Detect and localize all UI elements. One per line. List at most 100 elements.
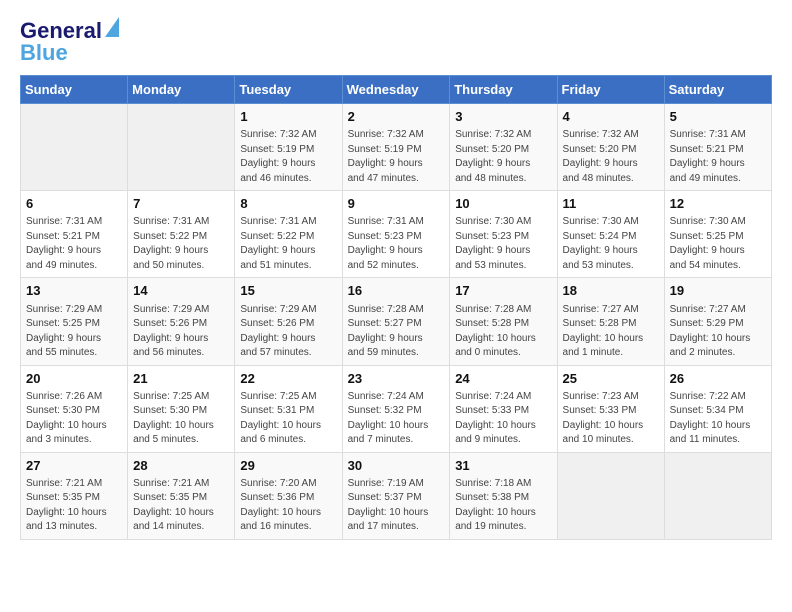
day-detail: Sunrise: 7:32 AM Sunset: 5:20 PM Dayligh… xyxy=(455,128,551,186)
day-detail: Sunrise: 7:32 AM Sunset: 5:19 PM Dayligh… xyxy=(240,128,336,186)
day-detail: Sunrise: 7:32 AM Sunset: 5:19 PM Dayligh… xyxy=(348,128,445,186)
day-detail: Sunrise: 7:19 AM Sunset: 5:37 PM Dayligh… xyxy=(348,477,445,535)
weekday-header-wednesday: Wednesday xyxy=(342,76,450,104)
day-number: 22 xyxy=(240,370,336,388)
calendar-cell: 13 Sunrise: 7:29 AM Sunset: 5:25 PM Dayli… xyxy=(21,278,128,365)
day-number: 13 xyxy=(26,282,122,300)
calendar-cell: 15Sunrise: 7:29 AM Sunset: 5:26 PM Dayli… xyxy=(235,278,342,365)
day-number: 31 xyxy=(455,457,551,475)
calendar-header: SundayMondayTuesdayWednesdayThursdayFrid… xyxy=(21,76,772,104)
day-number: 29 xyxy=(240,457,336,475)
calendar-cell: 14 Sunrise: 7:29 AM Sunset: 5:26 PM Dayli… xyxy=(128,278,235,365)
day-detail: Sunrise: 7:21 AM Sunset: 5:35 PM Dayligh… xyxy=(133,477,229,535)
calendar-cell: 9 Sunrise: 7:31 AM Sunset: 5:23 PM Daylig… xyxy=(342,191,450,278)
day-number: 19 xyxy=(670,282,766,300)
day-detail: Sunrise: 7:28 AM Sunset: 5:28 PM Dayligh… xyxy=(455,303,551,361)
logo-triangle-icon xyxy=(105,17,119,37)
week-row-1: 1Sunrise: 7:32 AM Sunset: 5:19 PM Daylig… xyxy=(21,104,772,191)
day-detail: Sunrise: 7:20 AM Sunset: 5:36 PM Dayligh… xyxy=(240,477,336,535)
calendar-cell: 17Sunrise: 7:28 AM Sunset: 5:28 PM Dayli… xyxy=(450,278,557,365)
calendar-cell: 2 Sunrise: 7:32 AM Sunset: 5:19 PM Daylig… xyxy=(342,104,450,191)
calendar-cell xyxy=(664,452,771,539)
day-detail: Sunrise: 7:27 AM Sunset: 5:28 PM Dayligh… xyxy=(563,303,659,361)
logo-text-general: General xyxy=(20,20,102,42)
day-number: 9 xyxy=(348,195,445,213)
day-detail: Sunrise: 7:31 AM Sunset: 5:22 PM Dayligh… xyxy=(240,215,336,273)
calendar-cell: 18 Sunrise: 7:27 AM Sunset: 5:28 PM Dayli… xyxy=(557,278,664,365)
day-detail: Sunrise: 7:31 AM Sunset: 5:22 PM Dayligh… xyxy=(133,215,229,273)
logo-text-blue: Blue xyxy=(20,40,68,65)
day-number: 26 xyxy=(670,370,766,388)
day-number: 30 xyxy=(348,457,445,475)
day-detail: Sunrise: 7:32 AM Sunset: 5:20 PM Dayligh… xyxy=(563,128,659,186)
day-number: 14 xyxy=(133,282,229,300)
calendar-cell: 23 Sunrise: 7:24 AM Sunset: 5:32 PM Dayli… xyxy=(342,365,450,452)
calendar-cell: 31 Sunrise: 7:18 AM Sunset: 5:38 PM Dayli… xyxy=(450,452,557,539)
calendar-cell: 4 Sunrise: 7:32 AM Sunset: 5:20 PM Daylig… xyxy=(557,104,664,191)
day-detail: Sunrise: 7:24 AM Sunset: 5:33 PM Dayligh… xyxy=(455,390,551,448)
day-detail: Sunrise: 7:26 AM Sunset: 5:30 PM Dayligh… xyxy=(26,390,122,448)
day-number: 18 xyxy=(563,282,659,300)
weekday-header-sunday: Sunday xyxy=(21,76,128,104)
weekday-header-thursday: Thursday xyxy=(450,76,557,104)
day-detail: Sunrise: 7:30 AM Sunset: 5:24 PM Dayligh… xyxy=(563,215,659,273)
week-row-3: 13 Sunrise: 7:29 AM Sunset: 5:25 PM Dayli… xyxy=(21,278,772,365)
day-detail: Sunrise: 7:31 AM Sunset: 5:21 PM Dayligh… xyxy=(670,128,766,186)
calendar-cell: 28 Sunrise: 7:21 AM Sunset: 5:35 PM Dayli… xyxy=(128,452,235,539)
calendar-cell xyxy=(557,452,664,539)
day-detail: Sunrise: 7:21 AM Sunset: 5:35 PM Dayligh… xyxy=(26,477,122,535)
calendar-cell: 27 Sunrise: 7:21 AM Sunset: 5:35 PM Dayli… xyxy=(21,452,128,539)
weekday-header-saturday: Saturday xyxy=(664,76,771,104)
day-number: 7 xyxy=(133,195,229,213)
week-row-4: 20 Sunrise: 7:26 AM Sunset: 5:30 PM Dayli… xyxy=(21,365,772,452)
weekday-header-tuesday: Tuesday xyxy=(235,76,342,104)
calendar-cell: 1Sunrise: 7:32 AM Sunset: 5:19 PM Daylig… xyxy=(235,104,342,191)
calendar-cell: 7 Sunrise: 7:31 AM Sunset: 5:22 PM Daylig… xyxy=(128,191,235,278)
day-detail: Sunrise: 7:31 AM Sunset: 5:21 PM Dayligh… xyxy=(26,215,122,273)
day-detail: Sunrise: 7:30 AM Sunset: 5:25 PM Dayligh… xyxy=(670,215,766,273)
day-detail: Sunrise: 7:30 AM Sunset: 5:23 PM Dayligh… xyxy=(455,215,551,273)
day-number: 27 xyxy=(26,457,122,475)
day-number: 28 xyxy=(133,457,229,475)
day-number: 5 xyxy=(670,108,766,126)
day-number: 23 xyxy=(348,370,445,388)
calendar-cell: 16 Sunrise: 7:28 AM Sunset: 5:27 PM Dayli… xyxy=(342,278,450,365)
calendar-cell: 22 Sunrise: 7:25 AM Sunset: 5:31 PM Dayli… xyxy=(235,365,342,452)
calendar-cell: 10Sunrise: 7:30 AM Sunset: 5:23 PM Dayli… xyxy=(450,191,557,278)
day-number: 8 xyxy=(240,195,336,213)
calendar-cell: 19 Sunrise: 7:27 AM Sunset: 5:29 PM Dayli… xyxy=(664,278,771,365)
day-number: 11 xyxy=(563,195,659,213)
day-number: 4 xyxy=(563,108,659,126)
week-row-5: 27 Sunrise: 7:21 AM Sunset: 5:35 PM Dayli… xyxy=(21,452,772,539)
day-detail: Sunrise: 7:29 AM Sunset: 5:25 PM Dayligh… xyxy=(26,303,122,361)
day-number: 24 xyxy=(455,370,551,388)
day-detail: Sunrise: 7:31 AM Sunset: 5:23 PM Dayligh… xyxy=(348,215,445,273)
weekday-header-friday: Friday xyxy=(557,76,664,104)
day-number: 15 xyxy=(240,282,336,300)
day-detail: Sunrise: 7:28 AM Sunset: 5:27 PM Dayligh… xyxy=(348,303,445,361)
calendar-cell: 11 Sunrise: 7:30 AM Sunset: 5:24 PM Dayli… xyxy=(557,191,664,278)
day-detail: Sunrise: 7:27 AM Sunset: 5:29 PM Dayligh… xyxy=(670,303,766,361)
calendar-cell: 6 Sunrise: 7:31 AM Sunset: 5:21 PM Daylig… xyxy=(21,191,128,278)
week-row-2: 6 Sunrise: 7:31 AM Sunset: 5:21 PM Daylig… xyxy=(21,191,772,278)
day-number: 16 xyxy=(348,282,445,300)
day-detail: Sunrise: 7:24 AM Sunset: 5:32 PM Dayligh… xyxy=(348,390,445,448)
day-number: 20 xyxy=(26,370,122,388)
day-detail: Sunrise: 7:25 AM Sunset: 5:30 PM Dayligh… xyxy=(133,390,229,448)
calendar-cell: 8 Sunrise: 7:31 AM Sunset: 5:22 PM Daylig… xyxy=(235,191,342,278)
day-detail: Sunrise: 7:25 AM Sunset: 5:31 PM Dayligh… xyxy=(240,390,336,448)
day-detail: Sunrise: 7:29 AM Sunset: 5:26 PM Dayligh… xyxy=(133,303,229,361)
calendar-body: 1Sunrise: 7:32 AM Sunset: 5:19 PM Daylig… xyxy=(21,104,772,540)
day-number: 2 xyxy=(348,108,445,126)
calendar-cell: 25Sunrise: 7:23 AM Sunset: 5:33 PM Dayli… xyxy=(557,365,664,452)
day-detail: Sunrise: 7:18 AM Sunset: 5:38 PM Dayligh… xyxy=(455,477,551,535)
logo: General Blue xyxy=(20,20,119,65)
calendar-cell: 26 Sunrise: 7:22 AM Sunset: 5:34 PM Dayli… xyxy=(664,365,771,452)
calendar-cell: 12Sunrise: 7:30 AM Sunset: 5:25 PM Dayli… xyxy=(664,191,771,278)
calendar-cell: 24 Sunrise: 7:24 AM Sunset: 5:33 PM Dayli… xyxy=(450,365,557,452)
day-number: 6 xyxy=(26,195,122,213)
day-number: 25 xyxy=(563,370,659,388)
calendar-cell xyxy=(21,104,128,191)
weekday-header-monday: Monday xyxy=(128,76,235,104)
day-detail: Sunrise: 7:22 AM Sunset: 5:34 PM Dayligh… xyxy=(670,390,766,448)
